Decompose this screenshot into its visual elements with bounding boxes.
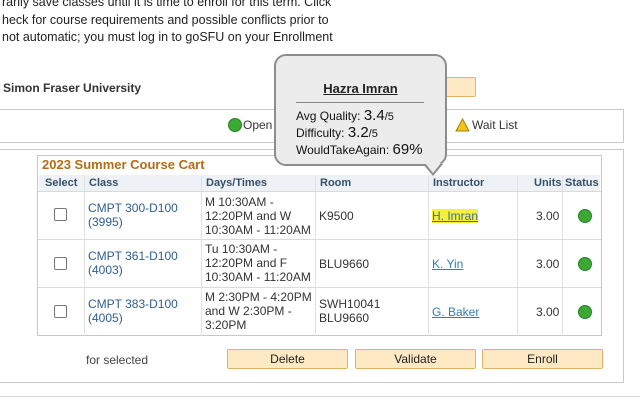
select-checkbox[interactable] — [54, 257, 67, 270]
waitlist-status-icon — [455, 118, 470, 132]
tooltip-quality: Avg Quality: 3.4/5 — [296, 107, 394, 124]
tooltip-would-take-again: WouldTakeAgain: 69% — [296, 141, 423, 158]
tooltip-divider — [296, 102, 424, 103]
days-times: Tu 10:30AM -12:20PM and F 10:30AM - 11:20… — [205, 242, 311, 284]
intro-line: heck for course requirements and possibl… — [2, 12, 329, 27]
class-link[interactable]: CMPT 383-D100 (4005) — [88, 297, 178, 325]
open-status-icon — [578, 209, 592, 223]
instructor-rating-tooltip: Hazra Imran Avg Quality: 3.4/5 Difficult… — [274, 54, 447, 166]
header-instructor: Instructor — [433, 177, 485, 189]
header-status: Status — [565, 177, 599, 189]
legend-open-label: Open — [243, 118, 273, 132]
select-checkbox[interactable] — [54, 208, 67, 221]
tooltip-instructor-name: Hazra Imran — [323, 81, 398, 96]
room: BLU9660 — [319, 257, 370, 271]
instructor-link[interactable]: H. Imran — [432, 209, 479, 223]
legend-waitlist-label: Wait List — [472, 118, 518, 132]
open-status-icon — [228, 118, 242, 132]
course-cart-table: 2023 Summer Course Cart Select Class Day… — [37, 155, 602, 336]
table-row: CMPT 300-D100 (3995) M 10:30AM -12:20PM a… — [38, 191, 601, 239]
instructor-link[interactable]: G. Baker — [432, 305, 479, 319]
class-link[interactable]: CMPT 361-D100 (4003) — [88, 249, 178, 277]
validate-button[interactable]: Validate — [355, 349, 476, 369]
class-link[interactable]: CMPT 300-D100 (3995) — [88, 201, 178, 229]
divider — [0, 396, 640, 397]
enroll-button[interactable]: Enroll — [482, 349, 603, 369]
open-status-icon — [578, 257, 592, 271]
table-row: CMPT 361-D100 (4003) Tu 10:30AM -12:20PM … — [38, 239, 601, 287]
legend-waitlist: Wait List — [455, 118, 518, 132]
table-header: Select Class Days/Times Room Instructor … — [39, 175, 600, 191]
room: K9500 — [319, 209, 354, 223]
units: 3.00 — [536, 305, 560, 319]
intro-text: rarily save classes until it is time to … — [2, 0, 333, 47]
for-selected-label: for selected — [86, 353, 149, 367]
header-select: Select — [45, 177, 78, 189]
header-days-times: Days/Times — [206, 177, 267, 189]
units: 3.00 — [536, 209, 560, 223]
header-class: Class — [89, 177, 119, 189]
intro-line: rarily save classes until it is time to … — [2, 0, 332, 9]
legend-open: Open — [228, 118, 272, 132]
table-row: CMPT 383-D100 (4005) M 2:30PM - 4:20PM and… — [38, 287, 601, 335]
tooltip-difficulty: Difficulty: 3.2/5 — [296, 124, 378, 141]
select-checkbox[interactable] — [54, 305, 67, 318]
days-times: M 10:30AM -12:20PM and W 10:30AM - 11:20A… — [205, 195, 311, 237]
header-units: Units — [534, 177, 562, 189]
intro-line: not automatic; you must log in to goSFU … — [2, 30, 333, 44]
delete-button[interactable]: Delete — [227, 349, 348, 369]
room: SWH10041 BLU9660 — [319, 297, 381, 325]
open-status-icon — [578, 305, 592, 319]
university-name: Simon Fraser University — [3, 81, 142, 95]
days-times: M 2:30PM - 4:20PM and W 2:30PM -3:20PM — [205, 290, 312, 332]
instructor-link[interactable]: K. Yin — [432, 257, 463, 271]
cart-title: 2023 Summer Course Cart — [42, 157, 205, 172]
units: 3.00 — [536, 257, 560, 271]
header-room: Room — [320, 177, 352, 189]
